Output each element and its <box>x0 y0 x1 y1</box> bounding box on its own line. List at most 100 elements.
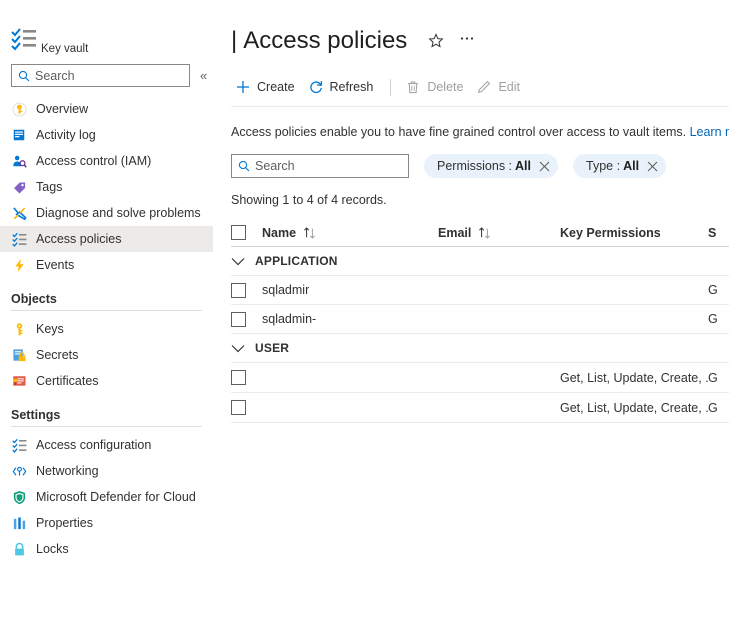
table-group-header-application[interactable]: APPLICATION <box>231 247 729 276</box>
cell-key-permissions: Get, List, Update, Create, ... <box>560 401 708 415</box>
sidebar-item-locks[interactable]: Locks <box>0 536 213 562</box>
checklist-icon <box>11 28 37 52</box>
resource-sidebar: Key vault Search « Overview Activity log… <box>0 0 213 639</box>
sidebar-search-placeholder: Search <box>35 68 75 83</box>
sidebar-item-label: Networking <box>36 464 99 478</box>
filter-pill-permissions[interactable]: Permissions : All <box>424 154 559 178</box>
select-all-cell <box>231 225 262 240</box>
row-checkbox[interactable] <box>231 282 246 298</box>
sidebar-item-events[interactable]: Events <box>0 252 213 278</box>
table-row[interactable]: Get, List, Update, Create, ... G <box>231 393 729 423</box>
table-search-input[interactable]: Search <box>231 154 409 178</box>
table-search-placeholder: Search <box>255 159 295 173</box>
row-select-cell <box>231 370 262 385</box>
refresh-icon <box>308 79 324 95</box>
cell-key-permissions: Get, List, Update, Create, ... <box>560 371 708 385</box>
properties-icon <box>11 515 27 531</box>
column-header-secret-permissions[interactable]: S <box>708 226 729 240</box>
cell-value: G <box>708 370 718 385</box>
access-control-icon <box>11 153 27 169</box>
sidebar-item-access-configuration[interactable]: Access configuration <box>0 432 213 458</box>
row-checkbox[interactable] <box>231 370 246 385</box>
sidebar-item-keys[interactable]: Keys <box>0 316 213 342</box>
sidebar-item-label: Access configuration <box>36 438 152 452</box>
close-icon[interactable] <box>539 161 550 172</box>
cell-value: sqladmir <box>262 283 310 297</box>
row-checkbox[interactable] <box>231 311 246 327</box>
pencil-icon <box>476 79 492 95</box>
toolbar-divider <box>390 78 392 96</box>
chevron-down-icon[interactable] <box>231 344 255 353</box>
table-row[interactable]: sqladmir G <box>231 276 729 305</box>
sidebar-item-access-control[interactable]: Access control (IAM) <box>0 148 213 174</box>
filter-pill-value: All <box>515 159 532 173</box>
shield-icon <box>11 489 27 505</box>
filter-pill-value: All <box>623 159 640 173</box>
sidebar-item-diagnose[interactable]: Diagnose and solve problems <box>0 200 213 226</box>
cell-secret-permissions: G <box>708 401 729 415</box>
cell-value: Get, List, Update, Create, ... <box>560 400 708 415</box>
info-banner: Access policies enable you to have fine … <box>213 125 729 139</box>
sidebar-item-label: Properties <box>36 516 93 530</box>
search-icon <box>238 160 250 172</box>
refresh-button[interactable]: Refresh <box>304 72 383 102</box>
column-header-label: S <box>708 225 717 240</box>
sidebar-item-overview[interactable]: Overview <box>0 96 213 122</box>
chevron-down-icon[interactable] <box>231 257 255 266</box>
sidebar-item-label: Diagnose and solve problems <box>36 206 201 220</box>
edit-button[interactable]: Edit <box>472 72 529 102</box>
key-overview-icon <box>11 101 27 117</box>
column-header-label: Name <box>262 225 297 240</box>
row-select-cell <box>231 400 262 415</box>
sidebar-item-access-policies[interactable]: Access policies <box>0 226 213 252</box>
sidebar-item-secrets[interactable]: Secrets <box>0 342 213 368</box>
table-row[interactable]: sqladmin- G <box>231 305 729 334</box>
cell-secret-permissions: G <box>708 371 729 385</box>
sidebar-settings-list: Access configuration Networking Microsof… <box>0 432 213 562</box>
filter-bar: Search Permissions : All Type : All <box>213 154 729 178</box>
resource-header: Key vault <box>0 0 213 55</box>
sidebar-item-activity-log[interactable]: Activity log <box>0 122 213 148</box>
star-icon[interactable] <box>427 32 445 50</box>
sort-arrows-icon[interactable] <box>478 226 493 239</box>
collapse-sidebar-button[interactable]: « <box>194 66 213 86</box>
sidebar-item-certificates[interactable]: Certificates <box>0 368 213 394</box>
table-group-header-user[interactable]: USER <box>231 334 729 363</box>
sidebar-search-row: Search « <box>0 64 213 87</box>
table-row[interactable]: Get, List, Update, Create, ... G <box>231 363 729 393</box>
column-header-email[interactable]: Email <box>438 226 560 240</box>
select-all-checkbox[interactable] <box>231 225 246 240</box>
key-icon <box>11 321 27 337</box>
create-button[interactable]: Create <box>231 72 304 102</box>
table-group-label: APPLICATION <box>255 254 338 268</box>
sidebar-item-defender[interactable]: Microsoft Defender for Cloud <box>0 484 213 510</box>
sidebar-item-tags[interactable]: Tags <box>0 174 213 200</box>
sidebar-search-input[interactable]: Search <box>11 64 191 87</box>
close-icon[interactable] <box>647 161 658 172</box>
sidebar-item-properties[interactable]: Properties <box>0 510 213 536</box>
filter-pill-type[interactable]: Type : All <box>573 154 667 178</box>
delete-button[interactable]: Delete <box>401 72 472 102</box>
tag-icon <box>11 179 27 195</box>
row-checkbox[interactable] <box>231 400 246 415</box>
secret-lock-icon <box>11 347 27 363</box>
learn-more-link[interactable]: Learn more <box>690 125 729 139</box>
checklist-icon <box>11 231 27 247</box>
cell-value: G <box>708 312 718 326</box>
column-header-name[interactable]: Name <box>262 226 438 240</box>
sidebar-item-label: Access control (IAM) <box>36 154 152 168</box>
cell-name: sqladmin- <box>262 312 438 326</box>
column-header-label: Email <box>438 225 472 240</box>
title-separator: | <box>231 27 238 54</box>
column-header-key-permissions[interactable]: Key Permissions <box>560 226 708 240</box>
lightning-icon <box>11 257 27 273</box>
edit-button-label: Edit <box>498 80 520 94</box>
sidebar-item-label: Keys <box>36 322 64 336</box>
lock-icon <box>11 541 27 557</box>
command-toolbar: Create Refresh Delete Edit <box>213 70 729 104</box>
row-select-cell <box>231 282 262 298</box>
ellipsis-icon[interactable] <box>458 29 476 53</box>
sidebar-item-label: Secrets <box>36 348 79 362</box>
sidebar-item-networking[interactable]: Networking <box>0 458 213 484</box>
sort-arrows-icon[interactable] <box>303 226 318 239</box>
